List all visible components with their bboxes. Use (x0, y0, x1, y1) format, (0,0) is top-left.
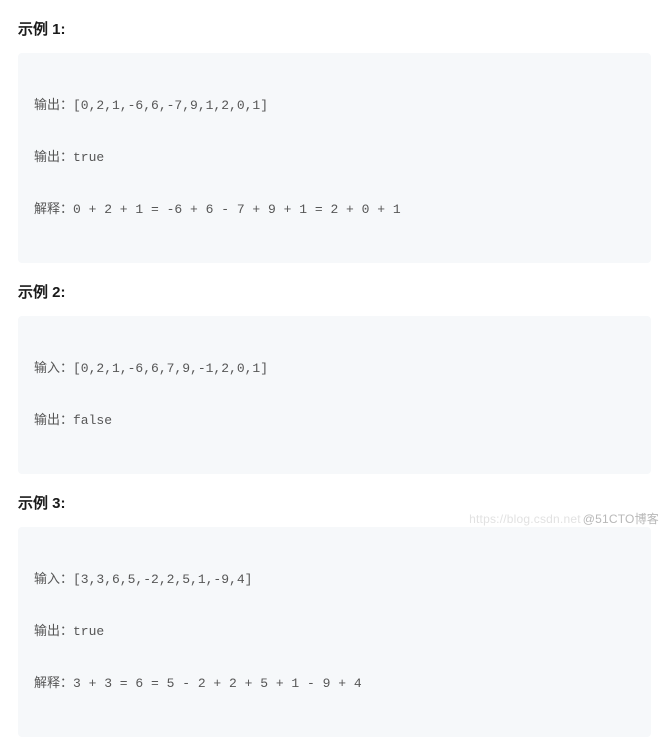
example-3-heading: 示例 3: (18, 492, 651, 513)
code-line: 输入：[0,2,1,-6,6,7,9,-1,2,0,1] (34, 356, 635, 382)
code-line: 解释：0 + 2 + 1 = -6 + 6 - 7 + 9 + 1 = 2 + … (34, 197, 635, 223)
example-3-code: 输入：[3,3,6,5,-2,2,5,1,-9,4] 输出：true 解释：3 … (18, 527, 651, 737)
example-1-code: 输出：[0,2,1,-6,6,-7,9,1,2,0,1] 输出：true 解释：… (18, 53, 651, 263)
code-line: 输出：[0,2,1,-6,6,-7,9,1,2,0,1] (34, 93, 635, 119)
example-2-code: 输入：[0,2,1,-6,6,7,9,-1,2,0,1] 输出：false (18, 316, 651, 474)
watermark-source: @51CTO博客 (583, 512, 659, 526)
code-line: 输出：true (34, 145, 635, 171)
example-1-heading: 示例 1: (18, 18, 651, 39)
code-line: 输出：true (34, 619, 635, 645)
watermark-url: https://blog.csdn.net (469, 512, 581, 526)
code-line: 解释：3 + 3 = 6 = 5 - 2 + 2 + 5 + 1 - 9 + 4 (34, 671, 635, 697)
code-line: 输入：[3,3,6,5,-2,2,5,1,-9,4] (34, 567, 635, 593)
code-line: 输出：false (34, 408, 635, 434)
example-2-heading: 示例 2: (18, 281, 651, 302)
